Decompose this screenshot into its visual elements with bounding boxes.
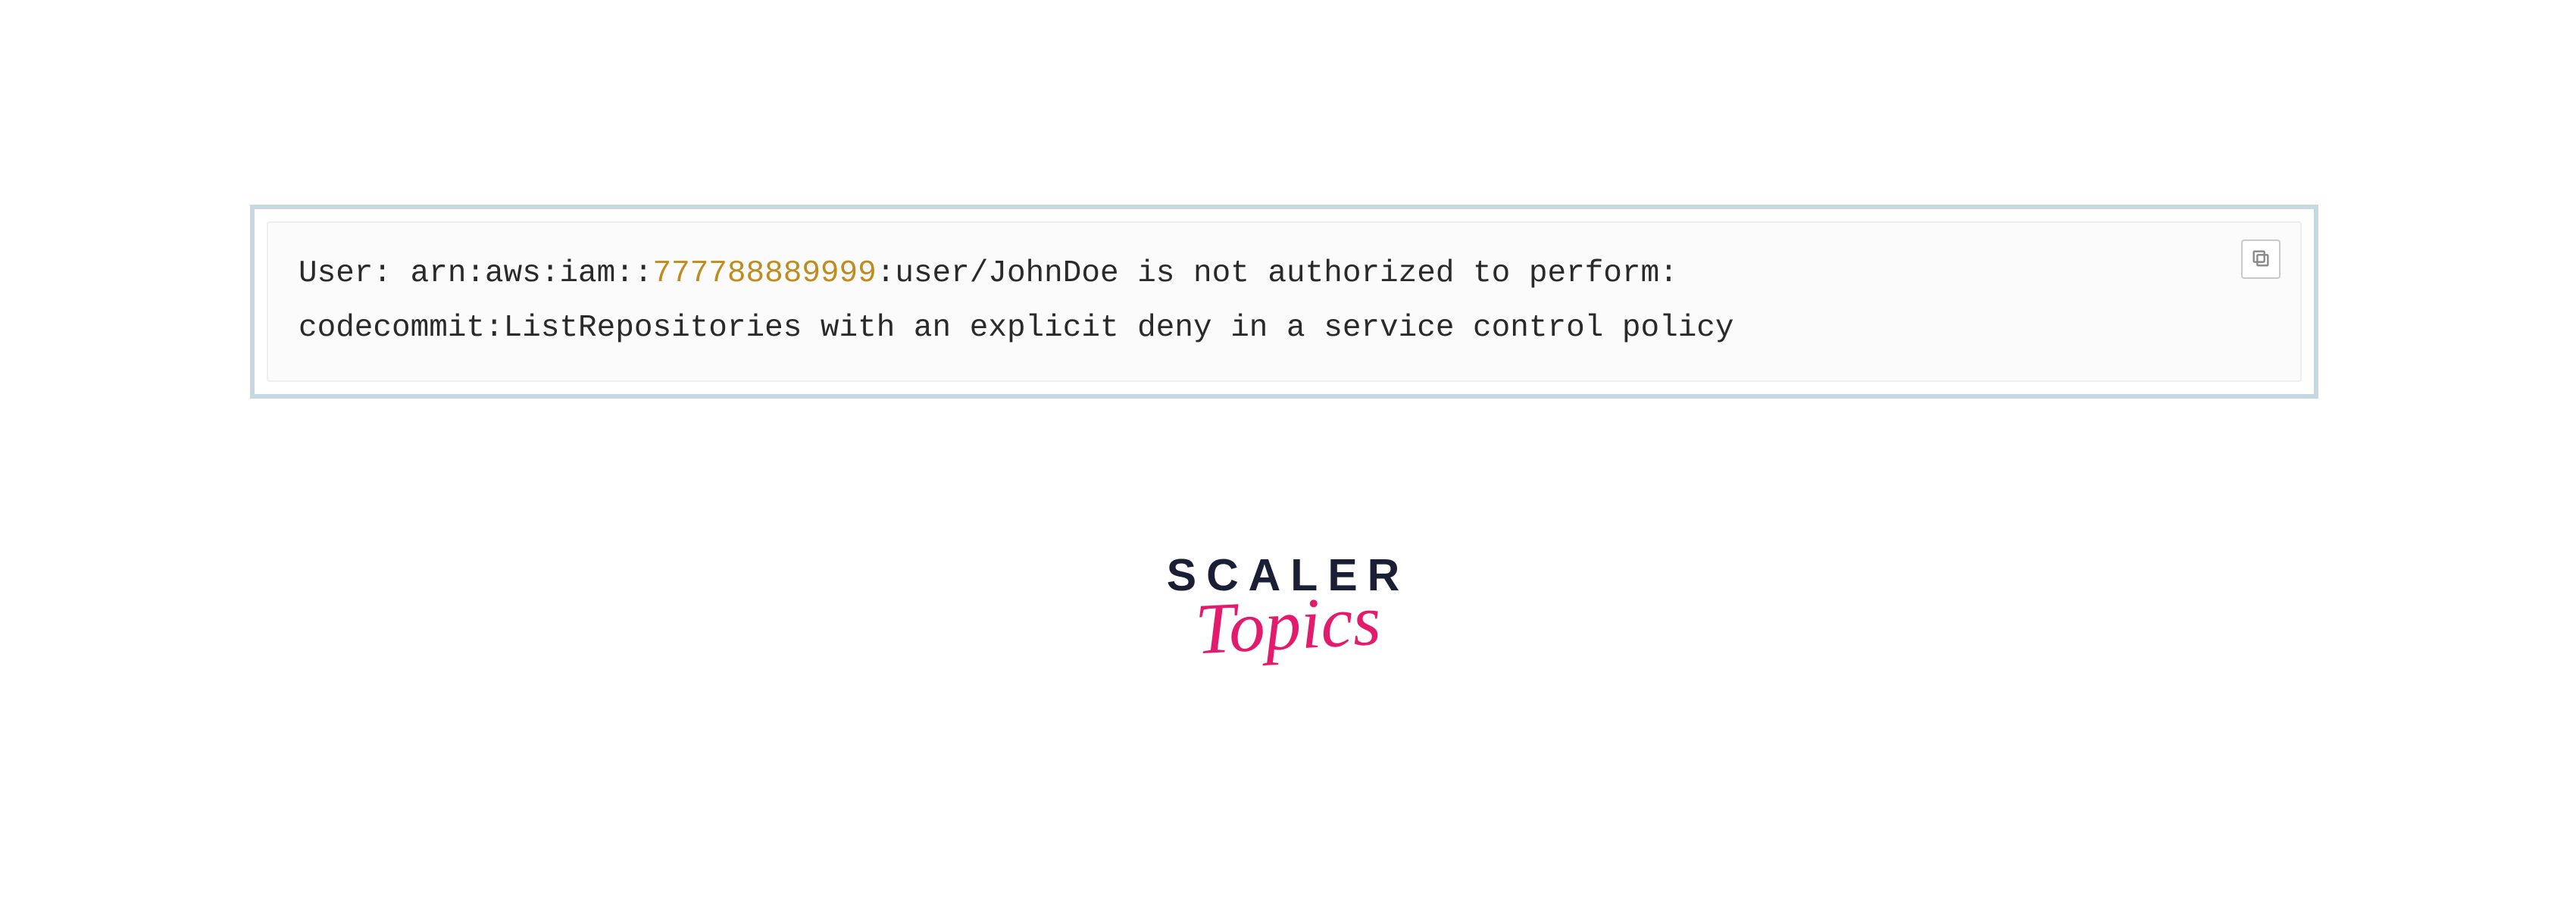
code-block: User: arn:aws:iam::777788889999:user/Joh…	[267, 221, 2302, 382]
account-number: 777788889999	[652, 256, 876, 291]
code-container: User: arn:aws:iam::777788889999:user/Joh…	[250, 205, 2318, 399]
code-line-2: codecommit:ListRepositories with an expl…	[299, 302, 2270, 356]
copy-icon	[2250, 248, 2271, 271]
copy-button[interactable]	[2241, 239, 2281, 279]
logo-text-topics: Topics	[1165, 583, 1411, 668]
scaler-topics-logo: SCALER Topics	[1167, 553, 1410, 661]
code-text: :user/JohnDoe is not authorized to perfo…	[877, 256, 1678, 291]
code-line-1: User: arn:aws:iam::777788889999:user/Joh…	[299, 247, 2270, 302]
code-text: User: arn:aws:iam::	[299, 256, 652, 291]
